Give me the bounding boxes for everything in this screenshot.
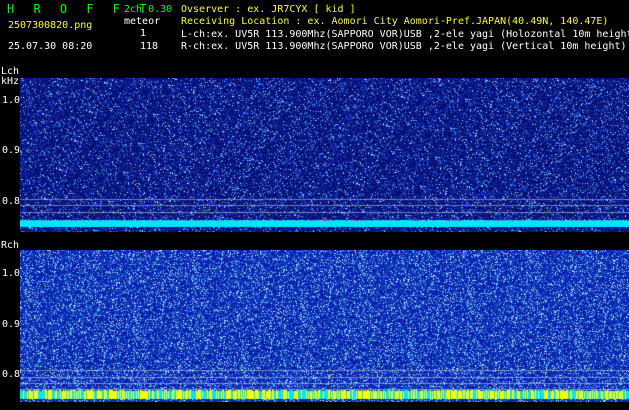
rch-ytick: 0.9	[2, 319, 21, 330]
lch-ytick: 0.8	[2, 196, 21, 207]
meteor-label: meteor	[124, 16, 161, 27]
mode-label: 2ch 0.30	[124, 4, 173, 15]
lch-ytick: 0.9	[2, 145, 21, 156]
lch-ytick: 1.0	[2, 95, 21, 106]
file-name: 2507300820.png	[8, 20, 93, 31]
lch-receiver-info: L-ch:ex. UV5R 113.900Mhz(SAPPORO VOR)USB…	[181, 29, 629, 40]
observer-info: Ovserver : ex. JR7CYX [ kid ]	[181, 4, 356, 15]
rch-spectrogram-canvas	[20, 250, 629, 402]
timestamp: 25.07.30 08:20	[8, 41, 93, 52]
echo-count: 118	[140, 41, 159, 52]
rch-label: Rch	[1, 240, 20, 251]
rch-ytick: 0.8	[2, 369, 21, 380]
frequency-unit: kHz	[1, 76, 20, 87]
rch-ytick: 1.0	[2, 268, 21, 279]
location-info: Receiving Location : ex. Aomori City Aom…	[181, 16, 609, 27]
lch-spectrogram-canvas	[20, 78, 629, 232]
rch-receiver-info: R-ch:ex. UV5R 113.900Mhz(SAPPORO VOR)USB…	[181, 41, 627, 52]
lch-spectrogram	[20, 78, 629, 232]
rch-spectrogram	[20, 250, 629, 402]
meteor-count: 1	[140, 28, 147, 39]
